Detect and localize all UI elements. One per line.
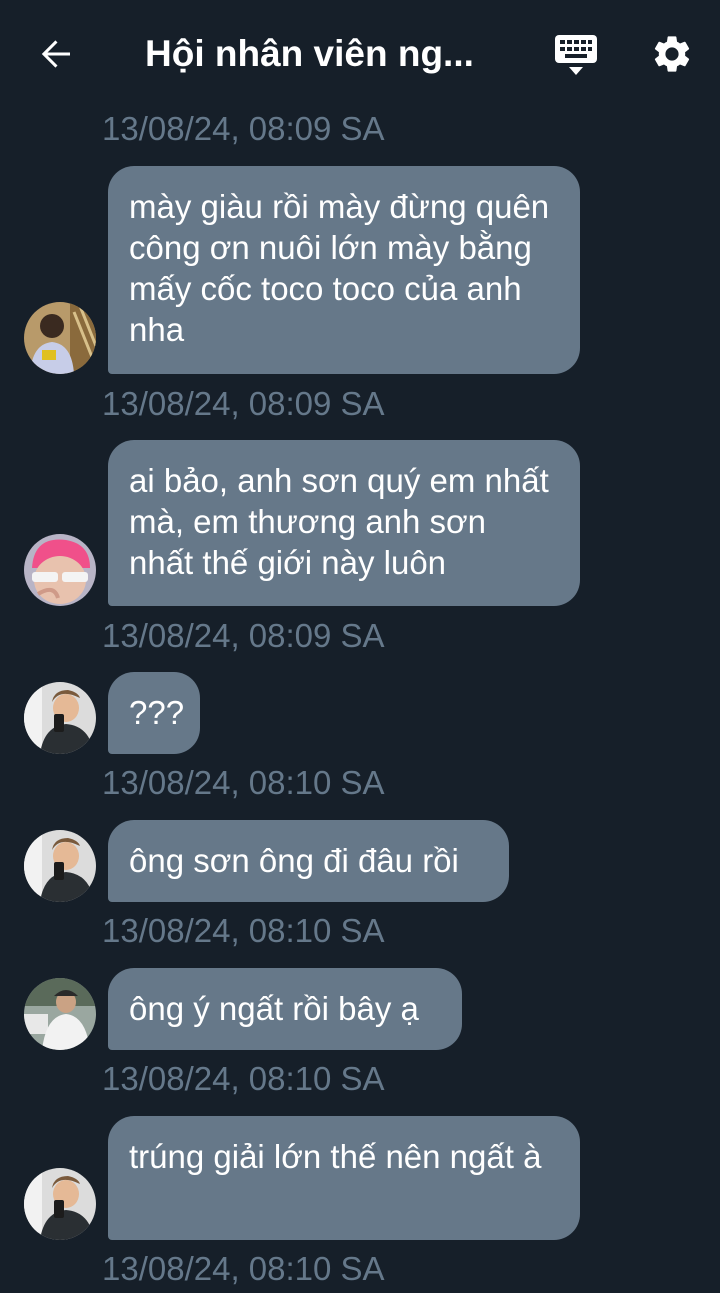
user-avatar-icon xyxy=(24,830,96,902)
keyboard-button[interactable] xyxy=(553,33,599,77)
message-timestamp: 13/08/24, 08:09 SA xyxy=(102,385,385,422)
message-timestamp: 13/08/24, 08:09 SA xyxy=(102,617,385,654)
back-button[interactable] xyxy=(36,34,76,74)
message-bubble[interactable]: mày giàu rồi mày đừng quên công ơn nuôi … xyxy=(108,166,580,374)
settings-button[interactable] xyxy=(650,32,694,76)
user-avatar-icon xyxy=(24,1168,96,1240)
avatar[interactable] xyxy=(24,534,96,606)
user-avatar-icon xyxy=(24,302,96,374)
message-timestamp: 13/08/24, 08:10 SA xyxy=(102,912,385,949)
message-bubble[interactable]: ??? xyxy=(108,672,200,754)
avatar[interactable] xyxy=(24,978,96,1050)
message-bubble[interactable]: trúng giải lớn thế nên ngất à xyxy=(108,1116,580,1240)
message-timestamp: 13/08/24, 08:10 SA xyxy=(102,1060,385,1097)
user-avatar-icon xyxy=(24,534,96,606)
avatar[interactable] xyxy=(24,302,96,374)
avatar[interactable] xyxy=(24,1168,96,1240)
user-avatar-icon xyxy=(24,682,96,754)
message-timestamp: 13/08/24, 08:10 SA xyxy=(102,1250,385,1287)
message-timestamp: 13/08/24, 08:10 SA xyxy=(102,764,385,801)
message-bubble[interactable]: ông ý ngất rồi bây ạ xyxy=(108,968,462,1050)
message-bubble[interactable]: ai bảo, anh sơn quý em nhất mà, em thươn… xyxy=(108,440,580,606)
chat-title[interactable]: Hội nhân viên ng... xyxy=(145,30,505,78)
chat-header: Hội nhân viên ng... xyxy=(0,0,720,110)
user-avatar-icon xyxy=(24,978,96,1050)
arrow-back-icon xyxy=(41,40,70,68)
avatar[interactable] xyxy=(24,682,96,754)
keyboard-icon xyxy=(555,35,597,75)
avatar[interactable] xyxy=(24,830,96,902)
gear-icon xyxy=(654,36,690,72)
message-timestamp: 13/08/24, 08:09 SA xyxy=(102,110,385,147)
message-bubble[interactable]: ông sơn ông đi đâu rồi xyxy=(108,820,509,902)
